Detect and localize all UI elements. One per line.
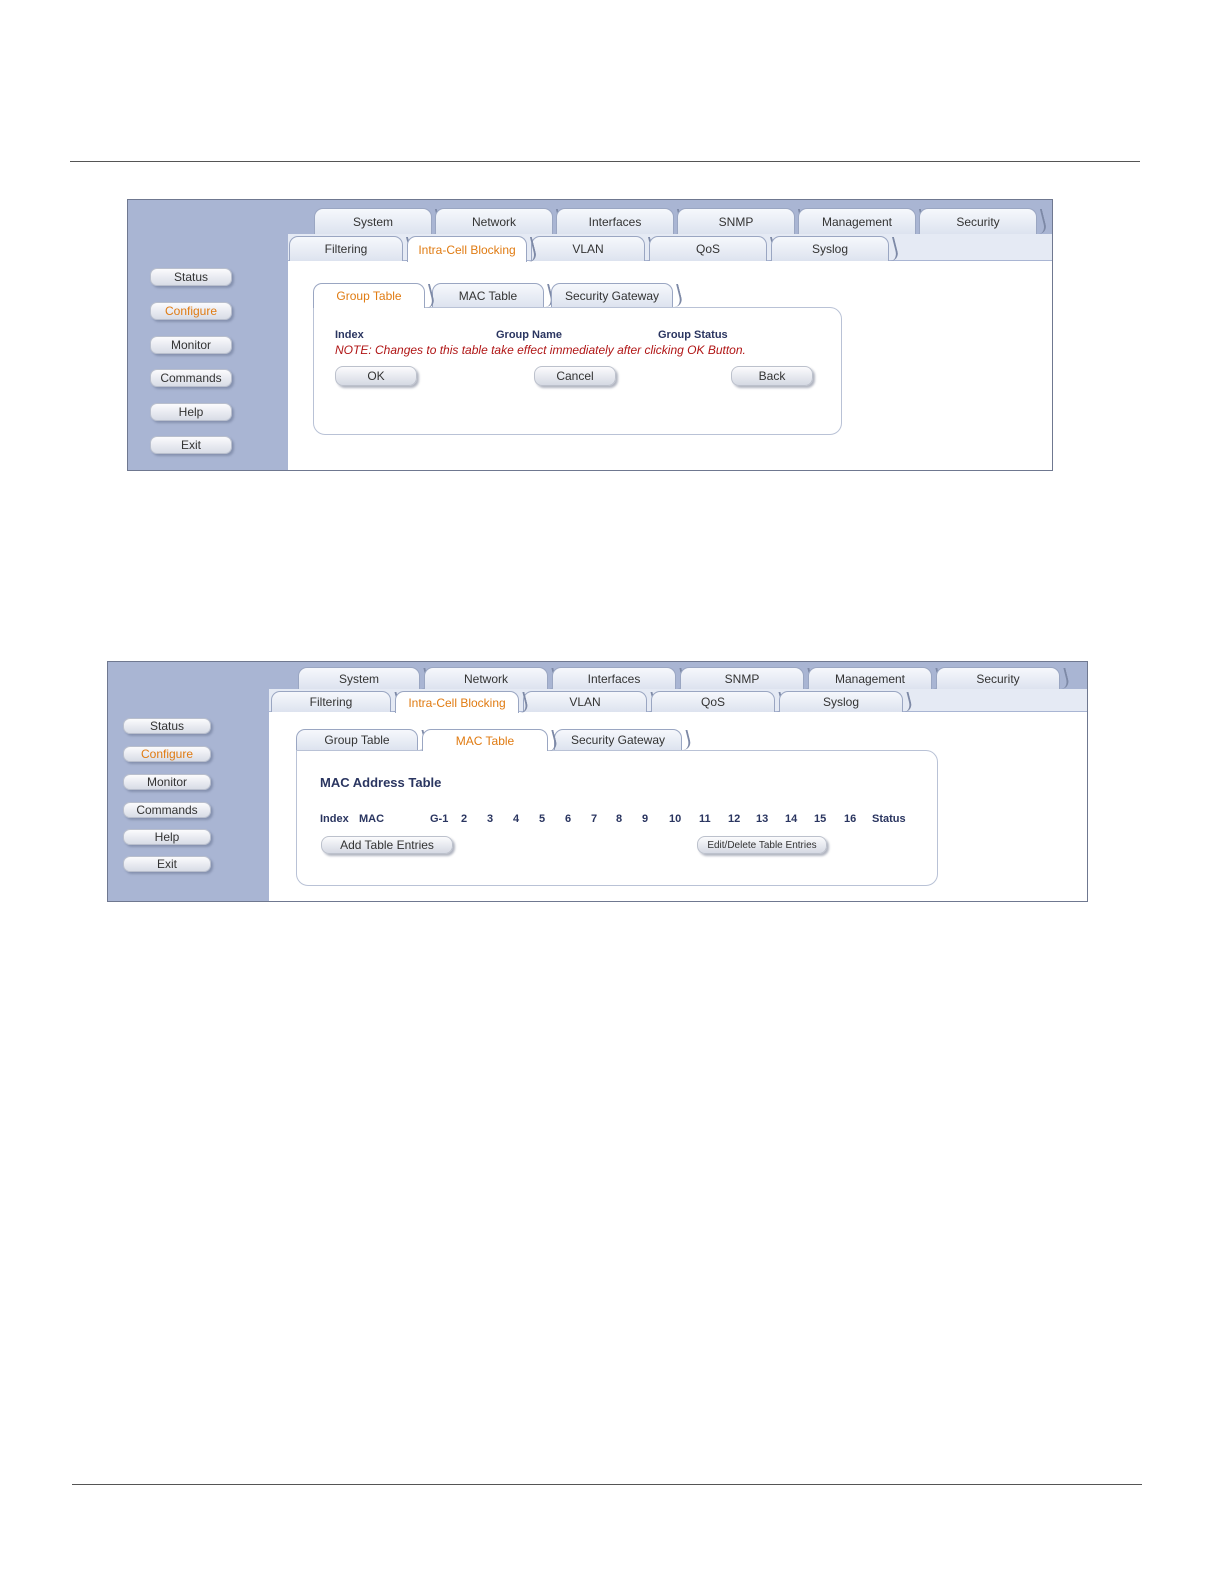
subtab-filtering[interactable]: Filtering <box>271 691 391 712</box>
edit-delete-table-entries-button[interactable]: Edit/Delete Table Entries <box>697 836 827 854</box>
column-13: 13 <box>756 813 769 825</box>
column-14: 14 <box>785 813 798 825</box>
column-2: 2 <box>461 813 468 825</box>
subtab-vlan[interactable]: VLAN <box>523 691 647 712</box>
nav-configure-button[interactable]: Configure <box>150 302 232 320</box>
tab-snmp[interactable]: SNMP <box>677 208 795 234</box>
column-11: 11 <box>699 813 711 825</box>
column-16: 16 <box>844 813 857 825</box>
column-mac: MAC <box>359 813 385 825</box>
subtab-qos[interactable]: QoS <box>649 236 767 261</box>
inner-tab-mac-table[interactable]: MAC Table <box>422 729 548 751</box>
column-g-1: G-1 <box>430 813 449 825</box>
column-8: 8 <box>616 813 623 825</box>
header-group-name: Group Name <box>496 329 563 341</box>
inner-tab-security-gateway[interactable]: Security Gateway <box>551 283 673 307</box>
column-5: 5 <box>539 813 546 825</box>
nav-configure-button[interactable]: Configure <box>123 746 211 762</box>
nav-help-button[interactable]: Help <box>123 829 211 845</box>
nav-exit-button[interactable]: Exit <box>150 436 232 454</box>
back-button[interactable]: Back <box>731 366 813 386</box>
nav-monitor-button[interactable]: Monitor <box>150 336 232 354</box>
note-text: NOTE: Changes to this table take effect … <box>335 343 746 357</box>
tab-network[interactable]: Network <box>435 208 553 234</box>
column-3: 3 <box>487 813 494 825</box>
column-10: 10 <box>669 813 682 825</box>
inner-tab-group-table[interactable]: Group Table <box>296 729 418 750</box>
tab-interfaces[interactable]: Interfaces <box>552 667 676 689</box>
column-6: 6 <box>565 813 572 825</box>
side-nav <box>128 200 288 470</box>
inner-tab-mac-table[interactable]: MAC Table <box>432 283 544 307</box>
nav-monitor-button[interactable]: Monitor <box>123 774 211 790</box>
top-rule <box>70 161 1140 162</box>
inner-tab-group-table[interactable]: Group Table <box>313 283 425 308</box>
mac-table-title: MAC Address Table <box>320 775 442 790</box>
subtab-vlan[interactable]: VLAN <box>531 236 645 261</box>
bottom-rule <box>72 1484 1142 1485</box>
tab-network[interactable]: Network <box>424 667 548 689</box>
subtab-syslog[interactable]: Syslog <box>779 691 903 712</box>
ok-button[interactable]: OK <box>335 366 417 386</box>
tab-security[interactable]: Security <box>919 208 1037 234</box>
subtab-qos[interactable]: QoS <box>651 691 775 712</box>
header-index: Index <box>335 329 364 341</box>
tab-security[interactable]: Security <box>936 667 1060 689</box>
screenshot-mac-table: System Network Interfaces SNMP Managemen… <box>107 661 1088 902</box>
column-9: 9 <box>642 813 649 825</box>
tab-snmp[interactable]: SNMP <box>680 667 804 689</box>
cancel-button[interactable]: Cancel <box>534 366 616 386</box>
add-table-entries-button[interactable]: Add Table Entries <box>321 836 453 854</box>
nav-help-button[interactable]: Help <box>150 403 232 421</box>
column-status: Status <box>872 813 906 825</box>
tab-system[interactable]: System <box>298 667 420 689</box>
subtab-filtering[interactable]: Filtering <box>289 236 403 261</box>
nav-exit-button[interactable]: Exit <box>123 856 211 872</box>
column-7: 7 <box>591 813 598 825</box>
nav-commands-button[interactable]: Commands <box>150 369 232 387</box>
subtab-syslog[interactable]: Syslog <box>771 236 889 261</box>
tab-system[interactable]: System <box>314 208 432 234</box>
tab-management[interactable]: Management <box>808 667 932 689</box>
nav-commands-button[interactable]: Commands <box>123 802 211 818</box>
column-index: Index <box>320 813 349 825</box>
subtab-intra-cell-blocking[interactable]: Intra-Cell Blocking <box>407 236 527 262</box>
column-15: 15 <box>814 813 827 825</box>
subtab-intra-cell-blocking[interactable]: Intra-Cell Blocking <box>395 691 519 713</box>
header-group-status: Group Status <box>658 329 728 341</box>
tab-interfaces[interactable]: Interfaces <box>556 208 674 234</box>
inner-tab-security-gateway[interactable]: Security Gateway <box>554 729 682 750</box>
column-12: 12 <box>728 813 741 825</box>
nav-status-button[interactable]: Status <box>150 268 232 286</box>
column-4: 4 <box>513 813 520 825</box>
nav-status-button[interactable]: Status <box>123 718 211 734</box>
screenshot-group-table: System Network Interfaces SNMP Managemen… <box>127 199 1053 471</box>
tab-management[interactable]: Management <box>798 208 916 234</box>
